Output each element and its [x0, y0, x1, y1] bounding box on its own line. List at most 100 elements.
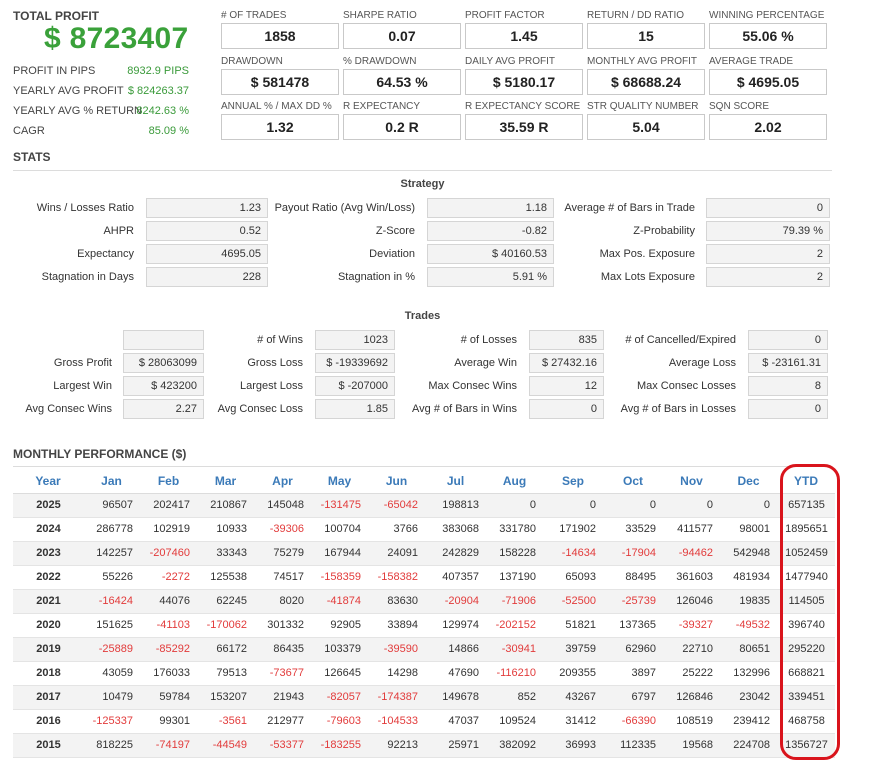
trades-value-blank — [123, 330, 204, 350]
month-cell: 96507 — [83, 493, 140, 518]
month-cell: -174387 — [368, 685, 425, 710]
month-cell: -202152 — [486, 613, 543, 638]
month-cell: 137190 — [486, 565, 543, 590]
column-header-jan: Jan — [83, 469, 140, 494]
column-header-may: May — [311, 469, 368, 494]
summary-value: 8932.9 PIPS — [127, 65, 189, 77]
month-cell: 83630 — [368, 589, 425, 614]
metric-value: $ 4695.05 — [709, 69, 827, 95]
month-cell: -2272 — [140, 565, 197, 590]
month-cell: -49532 — [720, 613, 777, 638]
column-header-apr: Apr — [254, 469, 311, 494]
metric-label: ANNUAL % / MAX DD % — [221, 101, 332, 112]
month-cell: 14866 — [425, 637, 486, 662]
month-cell: 167944 — [311, 541, 368, 566]
trades-value-average-win: $ 27432.16 — [529, 353, 604, 373]
metric-label: SQN SCORE — [709, 101, 770, 112]
month-cell: 33529 — [603, 517, 663, 542]
metric-profit-factor: PROFIT FACTOR 1.45 — [465, 9, 583, 49]
metric-value: 55.06 % — [709, 23, 827, 49]
month-cell: 145048 — [254, 493, 311, 518]
table-row: 2016 -125337 99301 -3561 212977 -79603 -104533… — [13, 709, 835, 734]
column-header-feb: Feb — [140, 469, 197, 494]
summary-row-yearly-avg-return: YEARLY AVG % RETURN 8242.63 % — [13, 105, 189, 117]
metric-daily-avg-profit: DAILY AVG PROFIT $ 5180.17 — [465, 55, 583, 95]
month-cell: 74517 — [254, 565, 311, 590]
month-cell: 3897 — [603, 661, 663, 686]
trades-label-avg-consec-loss: Avg Consec Loss — [217, 403, 303, 415]
month-cell: -116210 — [486, 661, 543, 686]
month-cell: -158382 — [368, 565, 425, 590]
month-cell: 383068 — [425, 517, 486, 542]
month-cell: -39306 — [254, 517, 311, 542]
month-cell: 212977 — [254, 709, 311, 734]
month-cell: 126046 — [663, 589, 720, 614]
month-cell: 62245 — [197, 589, 254, 614]
year-cell: 2019 — [13, 637, 83, 662]
month-cell: 132996 — [720, 661, 777, 686]
month-cell: 481934 — [720, 565, 777, 590]
column-header-sep: Sep — [543, 469, 603, 494]
month-cell: -183255 — [311, 733, 368, 758]
strategy-label-deviation: Deviation — [369, 248, 415, 260]
month-cell: 33894 — [368, 613, 425, 638]
strategy-label-stagnation-in-days: Stagnation in Days — [41, 271, 134, 283]
month-cell: 542948 — [720, 541, 777, 566]
month-cell: 109524 — [486, 709, 543, 734]
summary-value: $ 824263.37 — [127, 85, 189, 97]
month-cell: 98001 — [720, 517, 777, 542]
trades-value-max-consec-losses: 8 — [748, 376, 828, 396]
metric-label: SHARPE RATIO — [343, 10, 417, 21]
trades-label-average-win: Average Win — [454, 357, 517, 369]
month-cell: -53377 — [254, 733, 311, 758]
metric-value: 1.45 — [465, 23, 583, 49]
metric-value: 35.59 R — [465, 114, 583, 140]
metric-label: STR QUALITY NUMBER — [587, 101, 699, 112]
trades-label-of-wins: # of Wins — [257, 334, 303, 346]
year-cell: 2018 — [13, 661, 83, 686]
month-cell: 23042 — [720, 685, 777, 710]
month-cell: -25739 — [603, 589, 663, 614]
trades-value-largest-win: $ 423200 — [123, 376, 204, 396]
metric-monthly-avg-profit: MONTHLY AVG PROFIT $ 68688.24 — [587, 55, 705, 95]
month-cell: 209355 — [543, 661, 603, 686]
strategy-label-max-lots-exposure: Max Lots Exposure — [600, 271, 695, 283]
month-cell: -25889 — [83, 637, 140, 662]
month-cell: 25222 — [663, 661, 720, 686]
metric-value: 0.2 R — [343, 114, 461, 140]
month-cell: 43059 — [83, 661, 140, 686]
column-header-aug: Aug — [486, 469, 543, 494]
month-cell: 361603 — [663, 565, 720, 590]
metric-label: # OF TRADES — [221, 10, 287, 21]
summary-row-yearly-avg-profit: YEARLY AVG PROFIT $ 824263.37 — [13, 85, 189, 97]
strategy-label-wins-losses-ratio: Wins / Losses Ratio — [36, 202, 134, 214]
trades-value-max-consec-wins: 12 — [529, 376, 604, 396]
trades-label-of-losses: # of Losses — [460, 334, 517, 346]
ytd-cell: 1052459 — [777, 541, 835, 566]
strategy-value-wins-losses-ratio: 1.23 — [146, 198, 268, 218]
metric-winning-percentage: WINNING PERCENTAGE 55.06 % — [709, 9, 827, 49]
ytd-cell: 396740 — [777, 613, 835, 638]
strategy-value-ahpr: 0.52 — [146, 221, 268, 241]
month-cell: 6797 — [603, 685, 663, 710]
month-cell: 33343 — [197, 541, 254, 566]
month-cell: 202417 — [140, 493, 197, 518]
table-row: 2018 43059 176033 79513 -73677 126645 14298 476… — [13, 661, 835, 686]
month-cell: -39327 — [663, 613, 720, 638]
month-cell: -85292 — [140, 637, 197, 662]
strategy-label-ahpr: AHPR — [103, 225, 134, 237]
metric-r-expectancy: R EXPECTANCY 0.2 R — [343, 100, 461, 140]
total-profit-value: $ 8723407 — [44, 22, 189, 55]
month-cell: 125538 — [197, 565, 254, 590]
month-cell: 14298 — [368, 661, 425, 686]
trades-label-average-loss: Average Loss — [668, 357, 736, 369]
year-cell: 2025 — [13, 493, 83, 518]
trades-label-avg-of-bars-in-wins: Avg # of Bars in Wins — [412, 403, 517, 415]
month-cell: 62960 — [603, 637, 663, 662]
strategy-label-z-score: Z-Score — [375, 225, 415, 237]
metric-value: 0.07 — [343, 23, 461, 49]
metric-return-dd-ratio: RETURN / DD RATIO 15 — [587, 9, 705, 49]
summary-label: YEARLY AVG PROFIT — [13, 85, 124, 97]
table-header-row: Year Jan Feb Mar Apr May Jun Jul Aug Sep Oct Nov Dec… — [13, 469, 835, 494]
trades-value-average-loss: $ -23161.31 — [748, 353, 828, 373]
